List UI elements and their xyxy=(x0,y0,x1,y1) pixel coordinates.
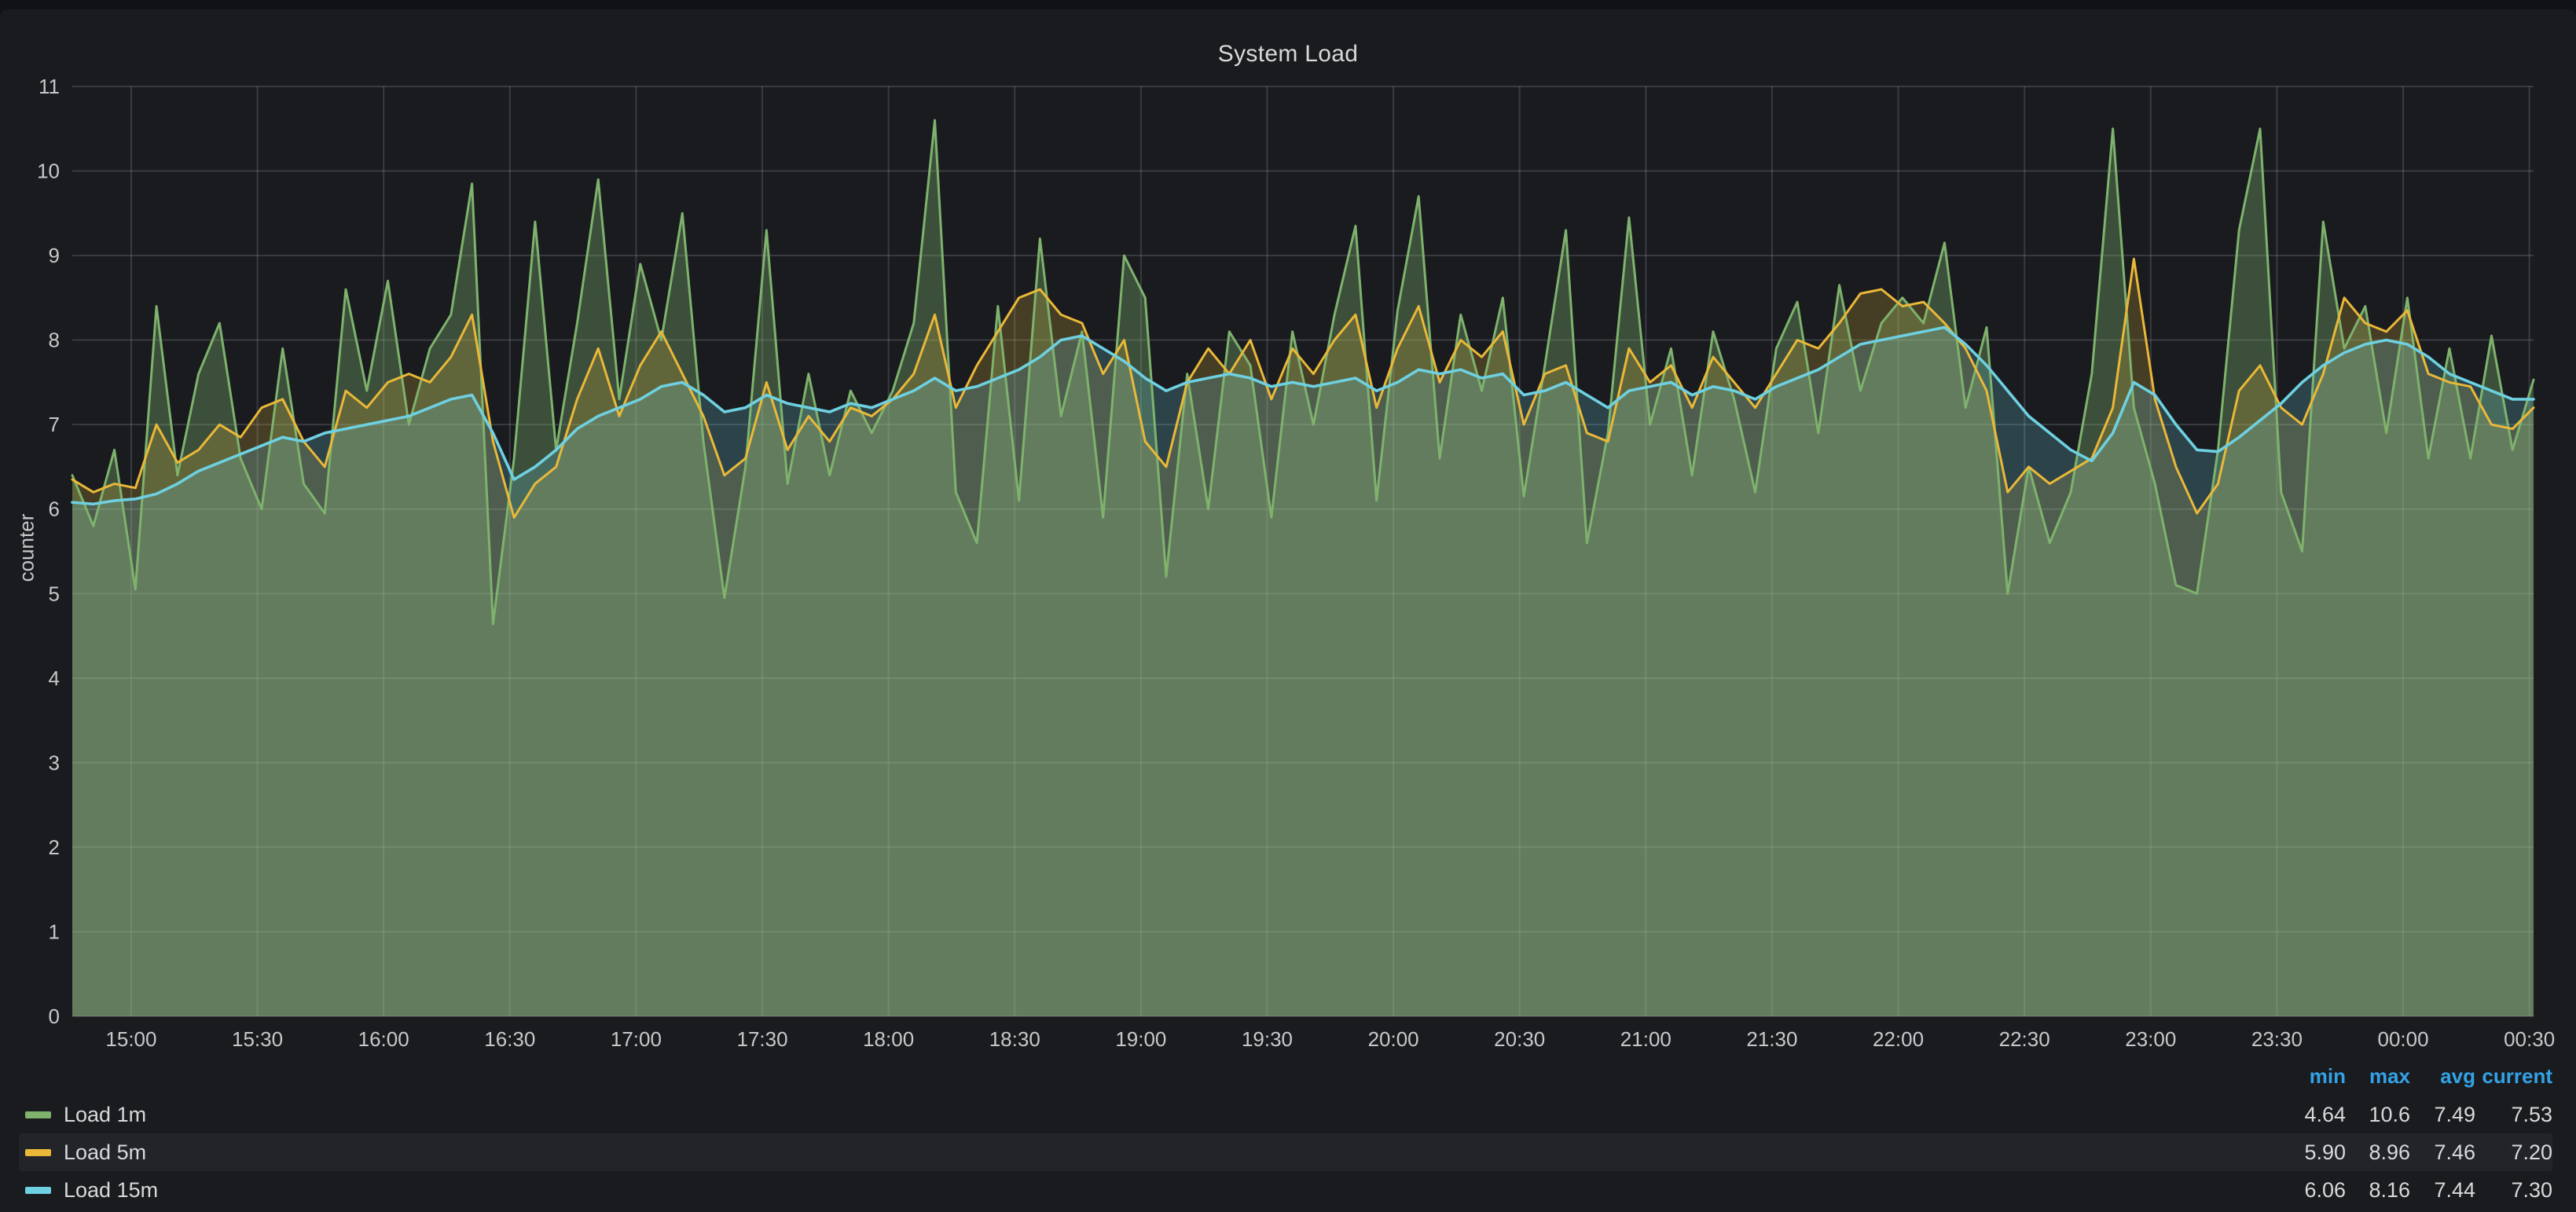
x-tick-label: 00:30 xyxy=(2504,1027,2555,1051)
x-tick-label: 22:30 xyxy=(1999,1027,2050,1051)
legend-swatch[interactable] xyxy=(25,1187,51,1194)
y-tick-label: 2 xyxy=(49,836,60,859)
y-tick-label: 5 xyxy=(49,582,60,605)
legend-series-toggle-load-5m[interactable]: Load 5m xyxy=(19,1140,146,1165)
legend-series-label[interactable]: Load 1m xyxy=(64,1103,146,1127)
grafana-dashboard: { "panel": { "title": "System Load" }, "… xyxy=(0,0,2576,1212)
stat-column-header-max[interactable]: max xyxy=(2346,1064,2410,1089)
y-tick-label: 9 xyxy=(49,244,60,267)
x-tick-label: 19:30 xyxy=(1242,1027,1293,1051)
y-tick-label: 7 xyxy=(49,413,60,436)
legend-swatch[interactable] xyxy=(25,1149,51,1156)
y-tick-label: 10 xyxy=(37,160,60,183)
stat-max-value: 10.6 xyxy=(2346,1103,2410,1127)
stat-min-value: 4.64 xyxy=(2273,1103,2346,1127)
x-tick-label: 21:00 xyxy=(1620,1027,1671,1051)
x-tick-label: 00:00 xyxy=(2377,1027,2428,1051)
x-tick-label: 16:00 xyxy=(358,1027,409,1051)
y-tick-label: 11 xyxy=(39,75,60,98)
stat-current-value: 7.20 xyxy=(2475,1140,2552,1165)
x-tick-label: 15:30 xyxy=(232,1027,283,1051)
legend-row-load-1m: Load 1m 4.6410.67.497.53 xyxy=(19,1096,2552,1133)
x-tick-label: 20:00 xyxy=(1368,1027,1419,1051)
legend-row-load-15m: Load 15m 6.068.167.447.30 xyxy=(19,1171,2552,1209)
legend-row-load-5m: Load 5m 5.908.967.467.20 xyxy=(19,1133,2552,1171)
system-load-graph[interactable]: 0 1 2 3 4 5 6 7 8 9 10 11 15:00 15:30 16:00 16:30 17:00 1… xyxy=(0,0,2576,1212)
x-tick-label: 17:30 xyxy=(736,1027,787,1051)
x-tick-label: 21:30 xyxy=(1746,1027,1797,1051)
x-tick-label: 23:30 xyxy=(2251,1027,2303,1051)
legend-swatch[interactable] xyxy=(25,1111,51,1118)
legend-series-label[interactable]: Load 15m xyxy=(64,1178,158,1203)
x-tick-label: 16:30 xyxy=(484,1027,535,1051)
series-fills xyxy=(72,120,2534,1016)
stat-current-value: 7.53 xyxy=(2475,1103,2552,1127)
stat-avg-value: 7.46 xyxy=(2410,1140,2475,1165)
y-axis-label: counter xyxy=(15,514,39,582)
x-tick-label: 20:30 xyxy=(1494,1027,1545,1051)
y-tick-label: 0 xyxy=(49,1004,60,1028)
stat-min-value: 5.90 xyxy=(2273,1140,2346,1165)
stat-current-value: 7.30 xyxy=(2475,1178,2552,1203)
y-tick-label: 4 xyxy=(49,667,60,690)
legend-series-label[interactable]: Load 5m xyxy=(64,1140,146,1165)
x-tick-label: 23:00 xyxy=(2125,1027,2176,1051)
stat-column-header-avg[interactable]: avg xyxy=(2410,1064,2475,1089)
legend-series-toggle-load-1m[interactable]: Load 1m xyxy=(19,1103,146,1127)
x-tick-label: 18:00 xyxy=(863,1027,914,1051)
y-tick-label: 8 xyxy=(49,329,60,352)
stat-max-value: 8.16 xyxy=(2346,1178,2410,1203)
y-tick-label: 3 xyxy=(49,751,60,774)
x-tick-label: 15:00 xyxy=(105,1027,156,1051)
stat-max-value: 8.96 xyxy=(2346,1140,2410,1165)
y-tick-label: 6 xyxy=(49,498,60,521)
x-tick-label: 17:00 xyxy=(611,1027,662,1051)
legend-series-toggle-load-15m[interactable]: Load 15m xyxy=(19,1178,158,1203)
x-tick-label: 22:00 xyxy=(1873,1027,1924,1051)
x-tick-label: 19:00 xyxy=(1115,1027,1166,1051)
x-tick-label: 18:30 xyxy=(989,1027,1040,1051)
stat-column-header-current[interactable]: current xyxy=(2475,1064,2552,1089)
stat-min-value: 6.06 xyxy=(2273,1178,2346,1203)
legend-stats-header: minmaxavgcurrent xyxy=(19,1063,2552,1089)
stat-column-header-min[interactable]: min xyxy=(2273,1064,2346,1089)
stat-avg-value: 7.44 xyxy=(2410,1178,2475,1203)
y-tick-label: 1 xyxy=(49,920,60,943)
stat-avg-value: 7.49 xyxy=(2410,1103,2475,1127)
